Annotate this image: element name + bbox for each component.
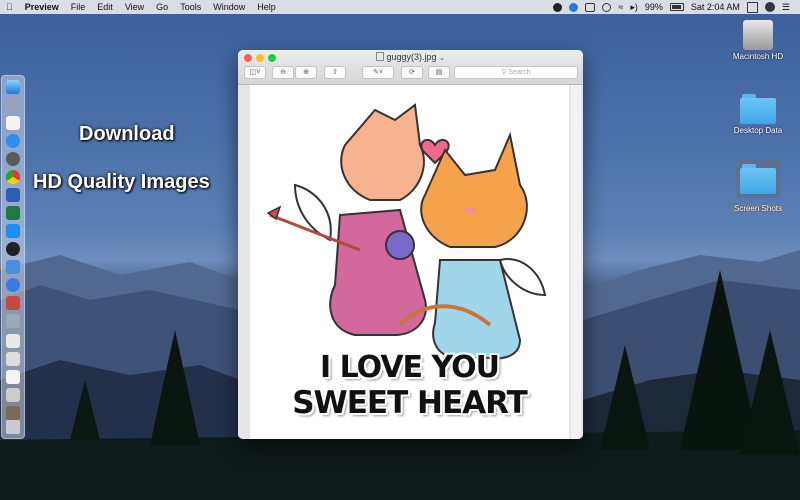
desktop-icon-label: Screen Shots [731,204,785,213]
dock [1,75,25,439]
folder-icon [740,164,776,194]
search-icon: ⚲ [501,69,507,76]
menubar-app-icon-blue[interactable] [569,2,579,12]
menu-go[interactable]: Go [150,0,174,14]
menubar-app-icon[interactable] [553,2,563,12]
app-menu-preview[interactable]: Preview [19,0,65,14]
desktop-icon-macintosh-hd[interactable]: Macintosh HD [720,20,796,61]
search-placeholder: Search [508,69,531,76]
file-icon [376,52,385,61]
menu-window[interactable]: Window [207,0,251,14]
desktop-icon-label: Desktop Data [733,126,783,135]
menu-file[interactable]: File [65,0,92,14]
document-thumbnail-icon-2[interactable] [6,352,20,366]
mail-icon[interactable] [6,260,20,274]
menu-view[interactable]: View [119,0,150,14]
window-titlebar[interactable]: guggy(3).jpg ⌄ ◫˅ ⊖ ⊕ ⇧ ✎˅ ⟳ ▤ ⚲ Search [238,50,583,85]
menu-help[interactable]: Help [251,0,282,14]
share-button[interactable]: ⇧ [324,66,346,79]
menu-tools[interactable]: Tools [174,0,207,14]
preview-icon[interactable] [6,314,20,328]
trash-icon[interactable] [6,420,20,434]
chrome-icon[interactable] [6,170,20,184]
desktop-icon-desktop-data[interactable]: Desktop Data [720,94,796,135]
rotate-button[interactable]: ⟳ [401,66,423,79]
toolbox-button[interactable]: ▤ [428,66,450,79]
desktop-icon-screen-shots[interactable]: Screen Shots [720,160,796,216]
document-thumbnail-icon[interactable] [6,334,20,348]
user-avatar-icon[interactable] [764,2,775,12]
document-thumbnail-icon-3[interactable] [6,370,20,384]
markup-pen-button[interactable]: ✎˅ [362,66,394,79]
notes-icon[interactable] [6,116,20,130]
xcode-icon[interactable] [6,224,20,238]
battery-percent[interactable]: 99% [645,0,663,14]
battery-icon[interactable] [669,3,684,11]
finder-icon[interactable] [6,80,20,94]
word-icon[interactable] [6,188,20,202]
caption-line-1: I LOVE YOU [319,350,500,385]
search-input[interactable]: ⚲ Search [454,66,578,79]
vertical-scrollbar[interactable] [571,85,581,439]
volume-icon[interactable]: ▸) [630,0,638,14]
app-store-icon[interactable] [6,134,20,148]
desktop-icon-label: Macintosh HD [732,52,784,61]
apple-icon[interactable]:  [0,0,19,14]
promo-line-2: HD Quality Images [33,171,210,193]
downloads-stack-icon[interactable] [6,388,20,402]
system-preferences-icon[interactable] [6,152,20,166]
menu-bar:  Preview File Edit View Go Tools Window… [0,0,800,14]
images-stack-icon[interactable] [6,406,20,420]
status-tray: ≈ ▸) 99% Sat 2:04 AM ☰ [553,0,800,14]
notification-center-icon[interactable]: ☰ [782,0,790,14]
launchpad-icon[interactable] [6,98,20,112]
screen-icon[interactable] [585,2,596,12]
menu-edit[interactable]: Edit [91,0,119,14]
hard-drive-icon [743,20,773,50]
time-machine-icon[interactable] [602,2,612,12]
chevron-down-icon[interactable]: ⌄ [439,55,445,62]
safari-compass-icon[interactable] [6,278,20,292]
zoom-out-button[interactable]: ⊖ [272,66,294,79]
promo-line-1: Download [79,123,175,145]
excel-icon[interactable] [6,206,20,220]
sidebar-toggle-button[interactable]: ◫˅ [244,66,266,79]
folder-icon [740,94,776,124]
safari-icon[interactable] [6,242,20,256]
window-title-text: guggy(3).jpg [386,52,437,62]
preview-window: guggy(3).jpg ⌄ ◫˅ ⊖ ⊕ ⇧ ✎˅ ⟳ ▤ ⚲ Search [238,50,583,439]
sticker-image: I LOVE YOU SWEET HEART [250,85,569,439]
window-title[interactable]: guggy(3).jpg ⌄ [238,52,583,62]
photo-app-icon[interactable] [6,296,20,310]
spotlight-icon[interactable] [746,1,758,13]
wifi-icon[interactable]: ≈ [618,0,623,14]
caption-line-2: SWEET HEART [292,385,528,421]
clock[interactable]: Sat 2:04 AM [691,0,740,14]
document-canvas[interactable]: I LOVE YOU SWEET HEART [238,85,583,439]
zoom-in-button[interactable]: ⊕ [295,66,317,79]
